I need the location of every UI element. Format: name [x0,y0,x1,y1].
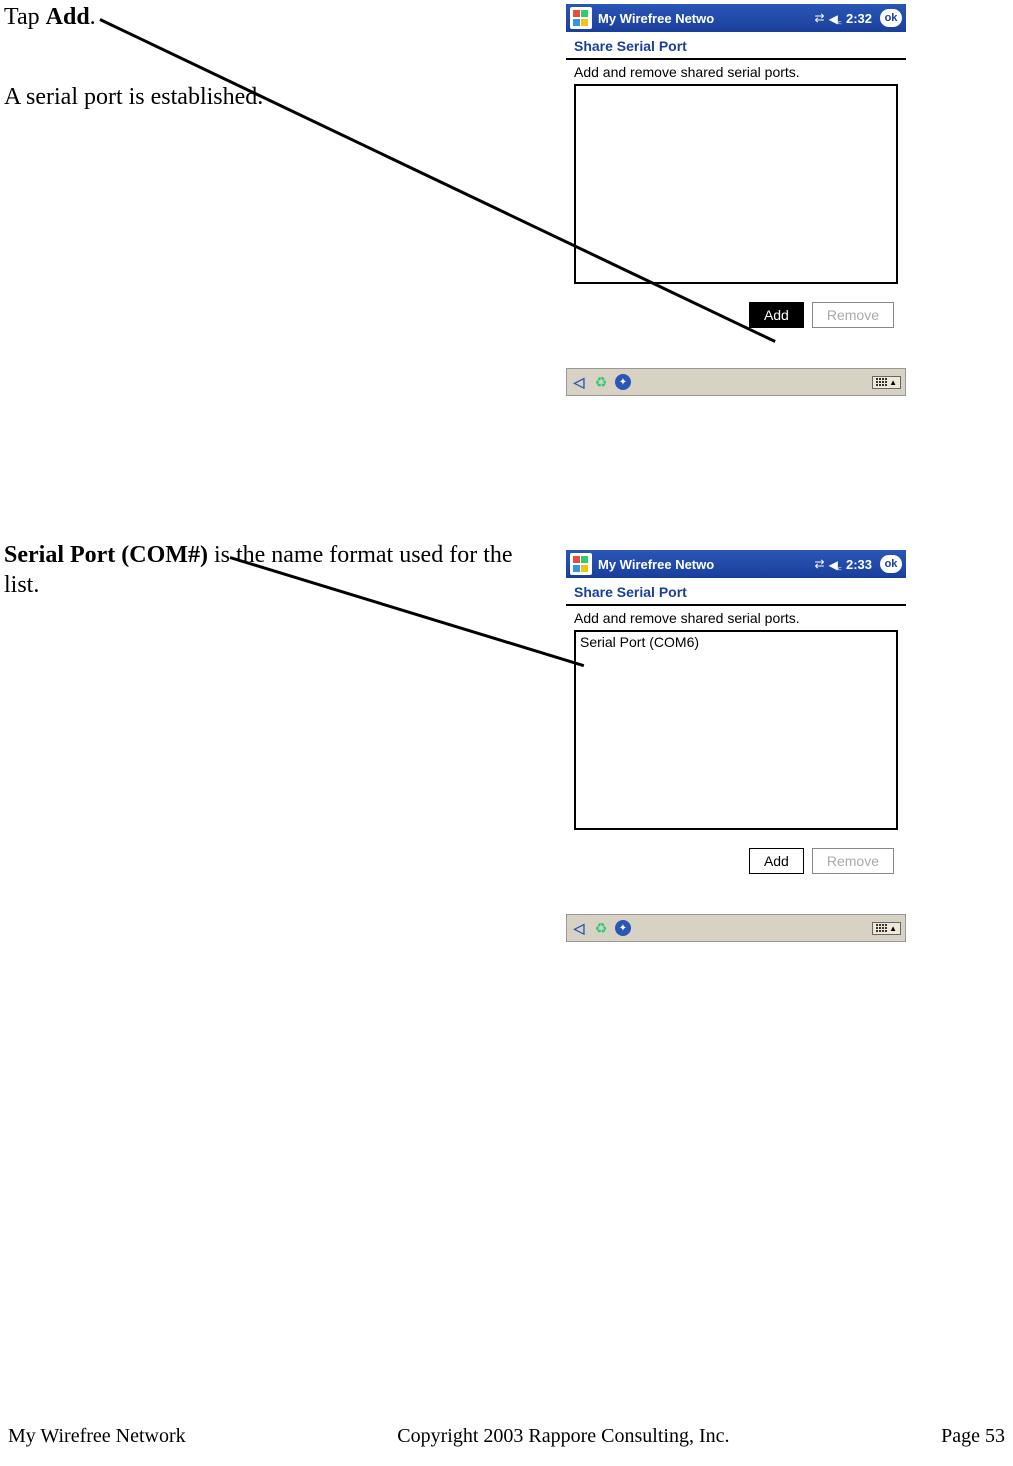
pda-screenshot-2: My Wirefree Netwo ⇄ ◀꜀ 2:33 ok Share Ser… [566,550,906,942]
volume-icon[interactable]: ◀꜀ [829,10,842,27]
refresh-icon[interactable]: ♻ [593,920,609,936]
titlebar: My Wirefree Netwo ⇄ ◀꜀ 2:32 ok [566,4,906,32]
refresh-icon[interactable]: ♻ [593,374,609,390]
pda-screenshot-1: My Wirefree Netwo ⇄ ◀꜀ 2:32 ok Share Ser… [566,4,906,396]
content-area: Add and remove shared serial ports. Add … [566,64,906,338]
clock-icon[interactable]: ✦ [615,920,631,936]
connectivity-icon[interactable]: ⇄ [815,557,825,571]
screen-subtitle: Share Serial Port [566,32,906,58]
ok-button[interactable]: ok [880,9,902,27]
bottom-toolbar: ◁ ♻ ✦ ▲ [566,368,906,396]
volume-icon[interactable]: ◀꜀ [829,556,842,573]
button-row: Add Remove [574,848,898,874]
text-period: . [90,4,96,30]
clock-icon[interactable]: ✦ [615,374,631,390]
serial-ports-listbox[interactable]: Serial Port (COM6) [574,630,898,830]
remove-button[interactable]: Remove [812,302,894,328]
list-item[interactable]: Serial Port (COM6) [580,634,892,650]
app-title: My Wirefree Netwo [598,11,714,26]
footer-center: Copyright 2003 Rappore Consulting, Inc. [186,1425,941,1448]
divider [566,58,906,60]
app-title: My Wirefree Netwo [598,557,714,572]
titlebar: My Wirefree Netwo ⇄ ◀꜀ 2:33 ok [566,550,906,578]
windows-start-icon[interactable] [570,7,592,29]
add-button[interactable]: Add [749,848,804,874]
footer-right: Page 53 [941,1425,1005,1448]
screen-subtitle: Share Serial Port [566,578,906,604]
footer-left: My Wirefree Network [8,1425,186,1448]
content-area: Add and remove shared serial ports. Seri… [566,610,906,884]
text-add-bold: Add [46,4,90,30]
serial-ports-listbox[interactable] [574,84,898,284]
instruction-tap-add: Tap Add. [4,4,96,31]
add-button[interactable]: Add [749,302,804,328]
divider [566,604,906,606]
connectivity-icon[interactable]: ⇄ [815,11,825,25]
ok-button[interactable]: ok [880,555,902,573]
text-tap: Tap [4,4,46,30]
instruction-established: A serial port is established. [4,84,263,111]
clock-time[interactable]: 2:33 [846,557,872,572]
keyboard-icon[interactable]: ▲ [872,922,901,935]
remove-button[interactable]: Remove [812,848,894,874]
text-serial-bold: Serial Port (COM#) [4,542,208,568]
description-text: Add and remove shared serial ports. [574,610,898,626]
bottom-toolbar: ◁ ♻ ✦ ▲ [566,914,906,942]
keyboard-icon[interactable]: ▲ [872,376,901,389]
page-footer: My Wirefree Network Copyright 2003 Rappo… [0,1425,1013,1448]
clock-time[interactable]: 2:32 [846,11,872,26]
back-icon[interactable]: ◁ [571,920,587,936]
back-icon[interactable]: ◁ [571,374,587,390]
windows-start-icon[interactable] [570,553,592,575]
description-text: Add and remove shared serial ports. [574,64,898,80]
